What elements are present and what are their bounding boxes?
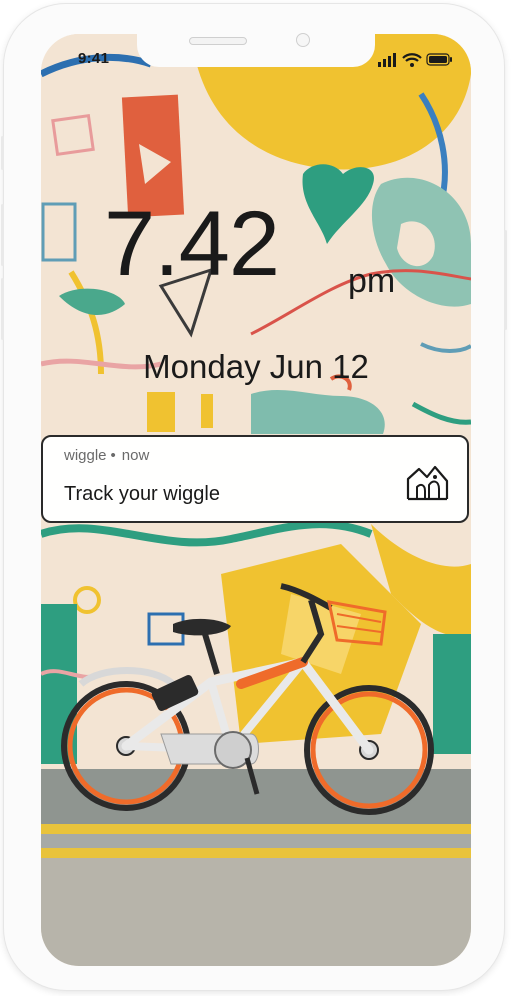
- notification-title: Track your wiggle: [64, 483, 220, 505]
- clock-period: pm: [348, 262, 396, 300]
- mute-switch: [1, 136, 4, 170]
- front-camera: [296, 33, 310, 47]
- device-notch: [137, 34, 375, 67]
- notification-app-name: wiggle: [64, 447, 107, 464]
- earpiece-speaker: [189, 37, 247, 45]
- wiggle-notification[interactable]: wiggle • now Track your wiggle: [41, 435, 469, 523]
- wiggle-logo-icon: [406, 465, 449, 501]
- volume-down-button: [1, 278, 4, 340]
- status-bar-icons: [378, 53, 452, 67]
- cellular-signal-icon: [378, 53, 396, 67]
- battery-icon: [426, 53, 452, 66]
- volume-up-button: [1, 204, 4, 266]
- notification-time: now: [121, 447, 150, 464]
- lock-screen-date: Monday Jun 12: [143, 348, 369, 385]
- notification-header: wiggle • now: [64, 447, 149, 464]
- power-button: [504, 230, 507, 330]
- notification-separator: •: [110, 447, 116, 464]
- status-bar-time: 9:41: [78, 50, 110, 67]
- wifi-icon: [402, 53, 422, 67]
- lock-screen-clock: 7.42: [104, 193, 280, 295]
